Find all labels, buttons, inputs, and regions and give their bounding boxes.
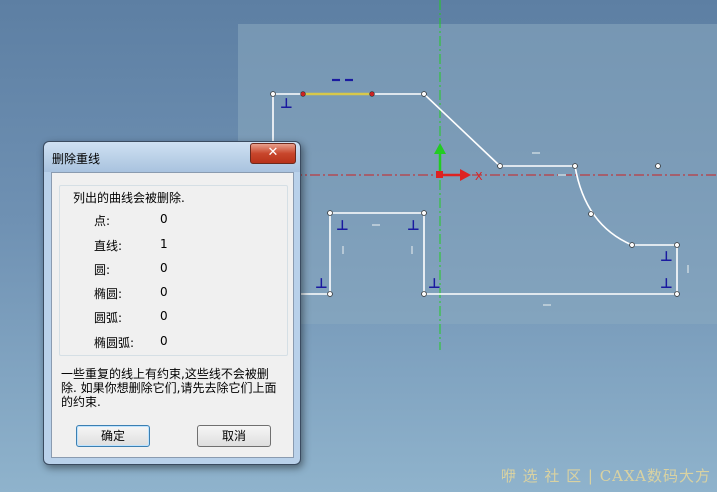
list-item: 椭圆弧: 0	[94, 334, 214, 350]
svg-text:⊥: ⊥	[660, 276, 673, 292]
row-value-ellipse: 0	[160, 285, 168, 299]
svg-text:⊥: ⊥	[428, 276, 441, 292]
row-label-elliptic-arc: 椭圆弧:	[94, 336, 135, 350]
close-icon: ✕	[267, 145, 279, 160]
row-label-line: 直线:	[94, 239, 123, 253]
row-label-ellipse: 椭圆:	[94, 287, 123, 301]
row-label-arc: 圆弧:	[94, 311, 123, 325]
row-value-point: 0	[160, 212, 168, 226]
row-label-circle: 圆:	[94, 263, 111, 277]
row-value-line: 1	[160, 237, 168, 251]
list-item: 圆: 0	[94, 261, 214, 277]
dialog-title: 删除重线	[52, 152, 101, 166]
row-value-arc: 0	[160, 309, 168, 323]
origin-marker	[436, 171, 443, 178]
svg-text:⊥: ⊥	[315, 276, 328, 292]
list-item: 点: 0	[94, 212, 214, 228]
constraint-note: 一些重复的线上有约束,这些线不会被删除. 如果你想删除它们,请先去除它们上面的约…	[61, 367, 277, 409]
watermark: 咿 选 社 区 | CAXA数码大方	[500, 467, 711, 485]
ok-button[interactable]: 确定	[76, 425, 150, 447]
dialog-titlebar[interactable]: 删除重线 ✕	[44, 142, 300, 172]
row-value-elliptic-arc: 0	[160, 334, 168, 348]
svg-text:⊥: ⊥	[280, 96, 293, 112]
curve-list-group: 列出的曲线会被删除. 点: 0 直线: 1 圆: 0 椭圆: 0 圆弧: 0 椭…	[59, 185, 288, 356]
x-axis-label: X	[475, 170, 483, 183]
list-item: 椭圆: 0	[94, 285, 214, 301]
dialog-client-area: 列出的曲线会被删除. 点: 0 直线: 1 圆: 0 椭圆: 0 圆弧: 0 椭…	[51, 172, 294, 458]
cancel-button[interactable]: 取消	[197, 425, 271, 447]
row-label-point: 点:	[94, 214, 111, 228]
row-value-circle: 0	[160, 261, 168, 275]
svg-text:⊥: ⊥	[407, 218, 420, 234]
close-button[interactable]: ✕	[250, 143, 296, 164]
delete-duplicate-lines-dialog: 删除重线 ✕ 列出的曲线会被删除. 点: 0 直线: 1 圆: 0 椭圆: 0	[43, 141, 301, 465]
svg-text:⊥: ⊥	[660, 249, 673, 265]
list-item: 直线: 1	[94, 237, 214, 253]
list-item: 圆弧: 0	[94, 309, 214, 325]
svg-text:⊥: ⊥	[336, 218, 349, 234]
group-label: 列出的曲线会被删除.	[70, 189, 188, 206]
